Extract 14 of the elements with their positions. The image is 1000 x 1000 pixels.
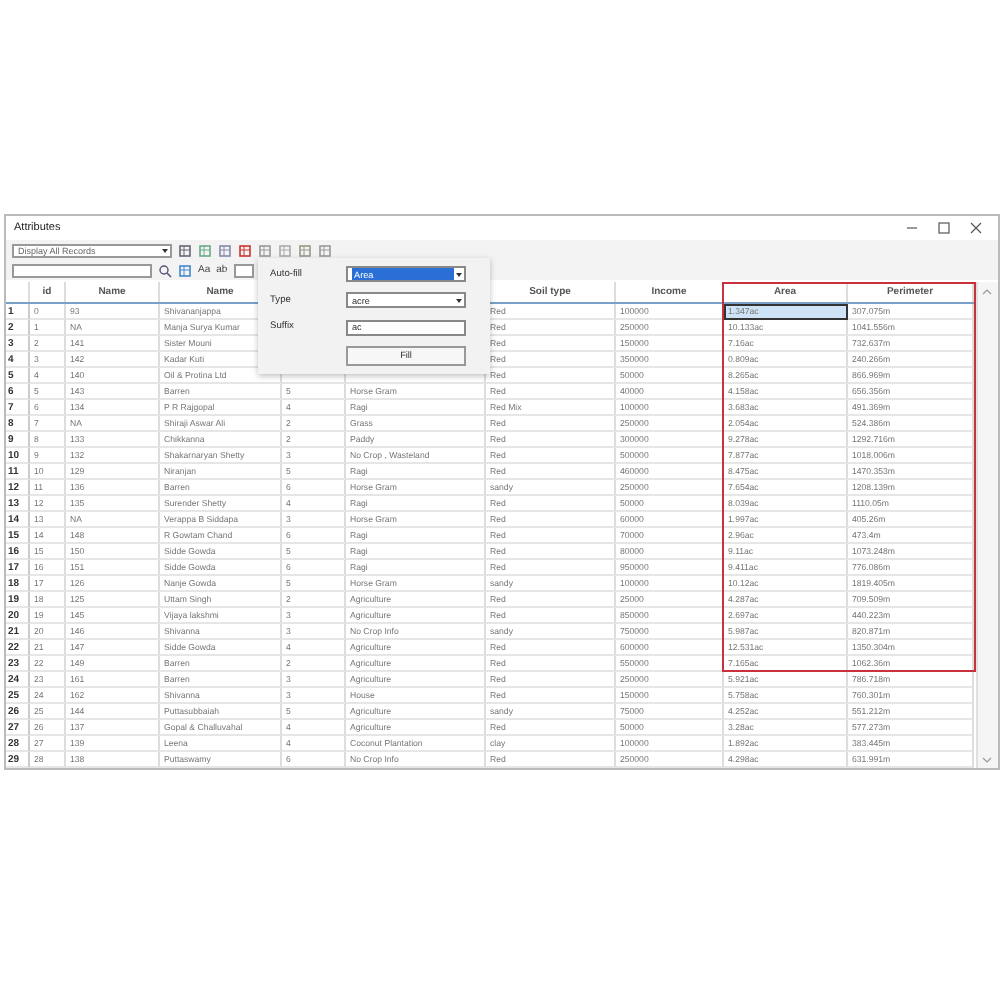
- maximize-icon[interactable]: [938, 222, 950, 234]
- caret-icon: [160, 245, 170, 255]
- caret-icon: [454, 295, 464, 306]
- expression-field[interactable]: [233, 263, 254, 277]
- filter-field[interactable]: [12, 263, 152, 277]
- table-icon[interactable]: [178, 243, 192, 257]
- close-icon[interactable]: [970, 222, 982, 234]
- scroll-down-icon[interactable]: [978, 754, 996, 766]
- minimize-icon[interactable]: [906, 222, 918, 234]
- scroll-up-icon[interactable]: [978, 286, 996, 298]
- search-icon[interactable]: [158, 263, 172, 277]
- table-icon[interactable]: [298, 243, 312, 257]
- grid-icon[interactable]: [198, 243, 212, 257]
- table-icon[interactable]: [178, 263, 192, 277]
